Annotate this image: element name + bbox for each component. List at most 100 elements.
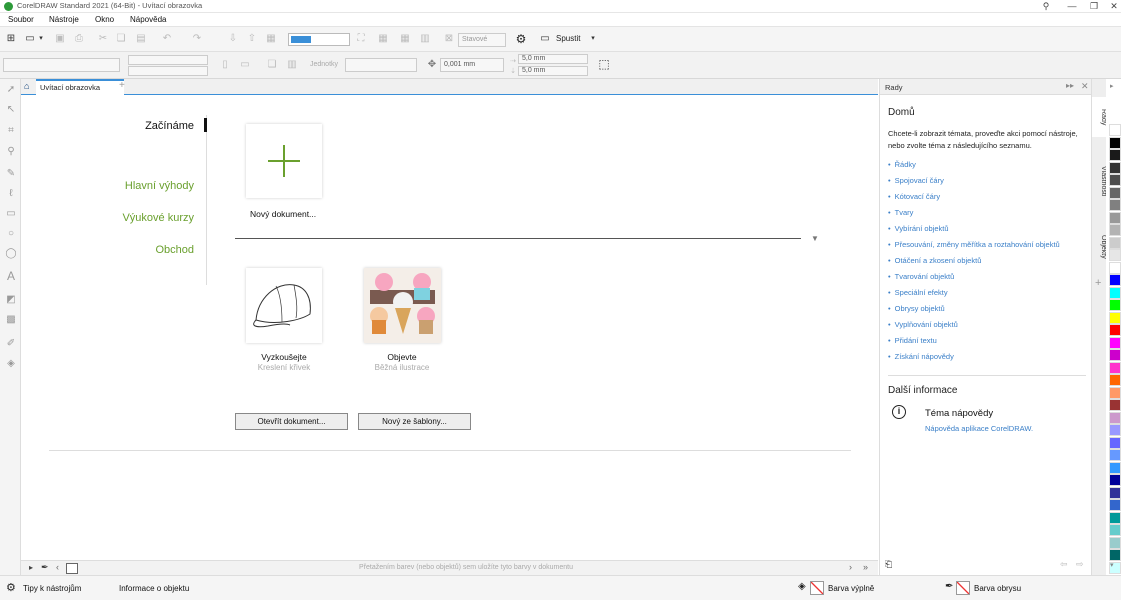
restore-button[interactable]: ❐ [1083,0,1105,13]
zoom-level-field[interactable] [288,33,350,46]
snap-to-icon[interactable]: ⊠ [442,32,456,46]
scroll-left-icon[interactable]: ‹ [56,562,59,572]
palette-swatch[interactable] [1109,299,1121,311]
save-icon[interactable]: ▣ [53,32,67,46]
palette-swatch[interactable] [1109,211,1121,224]
hint-link-selecting[interactable]: Vybírání objektů [888,224,949,233]
open-dropdown-icon[interactable]: ▾ [37,32,45,46]
nav-tutorials[interactable]: Výukové kurzy [122,212,194,224]
palette-swatch[interactable] [1109,236,1121,249]
print-icon[interactable]: ⎙ [72,32,86,46]
palette-swatch[interactable] [1109,536,1121,549]
palette-swatch[interactable] [1109,224,1121,236]
menu-okno[interactable]: Okno [95,15,114,24]
text-tool-icon[interactable]: A [4,269,18,283]
add-docker-icon[interactable]: + [1095,277,1101,289]
eyedropper-tool-icon[interactable]: ✐ [4,337,18,351]
publish-pdf-icon[interactable]: ▦ [264,32,278,46]
docker-close-icon[interactable]: ✕ [1081,81,1089,92]
docker-forward-icon[interactable]: ⇨ [1076,559,1084,570]
outline-color-swatch[interactable] [956,581,970,595]
nudge-distance-field[interactable]: 0,001 mm [440,58,504,72]
hint-link-moving[interactable]: Přesouvání, změny měřítka a roztahování … [888,240,1060,249]
page-height-field[interactable] [128,66,208,76]
try-card-title[interactable]: Vyzkoušejte [247,352,321,362]
hint-link-effects[interactable]: Speciální efekty [888,288,948,297]
add-tab-icon[interactable]: + [119,80,125,91]
pick-tool-icon[interactable]: ➚ [4,83,18,97]
copy-icon[interactable]: ❏ [114,32,128,46]
open-folder-icon[interactable]: ▭ [23,32,37,46]
duplicate-y-field[interactable]: 5,0 mm [518,66,588,76]
palette-swatch[interactable] [1109,511,1121,524]
new-document-label[interactable]: Nový dokument... [250,209,316,219]
palette-swatch[interactable] [1109,311,1121,324]
fill-tool-icon[interactable]: ◈ [4,357,18,371]
snap-icon[interactable]: ▥ [418,32,432,46]
menu-nastroje[interactable]: Nástroje [49,15,79,24]
export-icon[interactable]: ⇧ [245,32,259,46]
shadow-tool-icon[interactable]: ◩ [4,293,18,307]
palette-swatch[interactable] [1109,124,1121,136]
palette-swatch[interactable] [1109,249,1121,261]
hint-link-shapes[interactable]: Tvary [888,208,914,217]
hint-link-text[interactable]: Přidání textu [888,336,937,345]
new-document-card[interactable] [246,124,322,198]
palette-swatch[interactable] [1109,149,1121,161]
sidetab-objects[interactable]: Objekty [1092,229,1107,264]
discover-card-title[interactable]: Objevte [365,352,439,362]
home-icon[interactable]: ⌂ [24,81,29,91]
transparency-tool-icon[interactable]: ▩ [4,313,18,327]
palette-swatch[interactable] [1109,411,1121,424]
menu-napoveda[interactable]: Nápověda [130,15,166,24]
launch-dropdown-icon[interactable]: ▾ [588,32,598,46]
docker-lock-icon[interactable]: ⎗ [885,559,892,570]
palette-swatch[interactable] [1109,174,1121,186]
current-page-icon[interactable]: ▥ [285,58,299,72]
palette-swatch[interactable] [1109,399,1121,411]
palette-swatch[interactable] [1109,361,1121,374]
menu-soubor[interactable]: Soubor [8,15,34,24]
fill-color-swatch[interactable] [810,581,824,595]
hint-link-help[interactable]: Získání nápovědy [888,352,954,361]
palette-expand-icon[interactable]: » [863,562,868,572]
eyedropper-icon[interactable]: ✒ [41,562,49,573]
full-screen-icon[interactable]: ⛶ [354,32,368,46]
palette-menu-icon[interactable]: ▸ [1110,82,1114,90]
show-grid-icon[interactable]: ▦ [398,32,412,46]
new-from-template-button[interactable]: Nový ze šablony... [358,413,471,430]
palette-swatch[interactable] [1109,549,1121,561]
page-size-dropdown[interactable] [3,58,120,72]
nav-store[interactable]: Obchod [155,244,194,256]
docker-back-icon[interactable]: ⇦ [1060,559,1068,570]
palette-swatch[interactable] [1109,261,1121,274]
play-icon[interactable]: ▸ [29,563,33,572]
palette-swatch[interactable] [1109,161,1121,174]
palette-swatch[interactable] [1109,524,1121,536]
discover-card[interactable] [364,268,441,343]
palette-swatch[interactable] [1109,474,1121,486]
hint-link-rotating[interactable]: Otáčení a zkosení objektů [888,256,982,265]
undo-icon[interactable]: ↶ [160,32,174,46]
palette-swatch[interactable] [1109,449,1121,461]
help-topic-link[interactable]: Nápověda aplikace CorelDRAW. [925,424,1033,433]
units-dropdown[interactable] [345,58,417,72]
scroll-right-icon[interactable]: › [849,562,852,572]
palette-swatch[interactable] [1109,136,1121,149]
palette-swatch[interactable] [1109,199,1121,211]
tips-gear-icon[interactable]: ⚙ [6,581,16,594]
duplicate-x-field[interactable]: 5,0 mm [518,54,588,64]
palette-swatch[interactable] [1109,286,1121,299]
docker-collapse-icon[interactable]: ▸▸ [1066,81,1074,90]
hint-link-dimensions[interactable]: Kótovací čáry [888,192,940,201]
ellipse-tool-icon[interactable]: ○ [4,227,18,241]
object-info-label[interactable]: Informace o objektu [119,584,189,593]
nav-getting-started[interactable]: Začínáme [145,120,194,132]
open-document-button[interactable]: Otevřít dokument... [235,413,348,430]
redo-icon[interactable]: ↷ [190,32,204,46]
freehand-tool-icon[interactable]: ✎ [4,167,18,181]
palette-swatch[interactable] [1109,324,1121,336]
sidetab-properties[interactable]: Vlastnosti [1092,159,1107,204]
import-icon[interactable]: ⇩ [226,32,240,46]
palette-swatch[interactable] [1109,436,1121,449]
